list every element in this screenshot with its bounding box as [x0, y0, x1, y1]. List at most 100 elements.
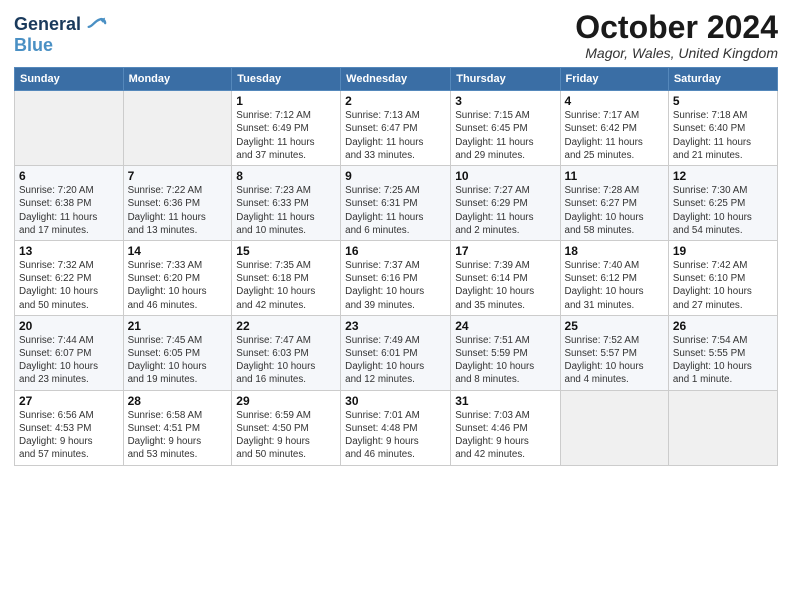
- day-info: Sunrise: 7:37 AMSunset: 6:16 PMDaylight:…: [345, 259, 446, 312]
- logo-blue: Blue: [14, 35, 53, 55]
- day-number: 21: [128, 319, 228, 333]
- table-row: [560, 390, 668, 465]
- day-info: Sunrise: 7:44 AMSunset: 6:07 PMDaylight:…: [19, 334, 119, 387]
- day-number: 6: [19, 169, 119, 183]
- table-row: 20Sunrise: 7:44 AMSunset: 6:07 PMDayligh…: [15, 315, 124, 390]
- col-tuesday: Tuesday: [232, 68, 341, 91]
- page-title: October 2024: [575, 10, 778, 45]
- day-number: 26: [673, 319, 773, 333]
- table-row: 12Sunrise: 7:30 AMSunset: 6:25 PMDayligh…: [668, 166, 777, 241]
- day-number: 18: [565, 244, 664, 258]
- day-info: Sunrise: 7:51 AMSunset: 5:59 PMDaylight:…: [455, 334, 555, 387]
- day-info: Sunrise: 7:49 AMSunset: 6:01 PMDaylight:…: [345, 334, 446, 387]
- logo-general: General: [14, 15, 81, 35]
- day-info: Sunrise: 6:56 AMSunset: 4:53 PMDaylight:…: [19, 409, 119, 462]
- table-row: 14Sunrise: 7:33 AMSunset: 6:20 PMDayligh…: [123, 240, 232, 315]
- col-friday: Friday: [560, 68, 668, 91]
- table-row: 7Sunrise: 7:22 AMSunset: 6:36 PMDaylight…: [123, 166, 232, 241]
- table-row: 13Sunrise: 7:32 AMSunset: 6:22 PMDayligh…: [15, 240, 124, 315]
- day-number: 5: [673, 94, 773, 108]
- day-info: Sunrise: 7:15 AMSunset: 6:45 PMDaylight:…: [455, 109, 555, 162]
- page-subtitle: Magor, Wales, United Kingdom: [575, 45, 778, 61]
- day-number: 4: [565, 94, 664, 108]
- calendar-table: Sunday Monday Tuesday Wednesday Thursday…: [14, 67, 778, 465]
- table-row: 19Sunrise: 7:42 AMSunset: 6:10 PMDayligh…: [668, 240, 777, 315]
- day-number: 22: [236, 319, 336, 333]
- table-row: 25Sunrise: 7:52 AMSunset: 5:57 PMDayligh…: [560, 315, 668, 390]
- day-number: 1: [236, 94, 336, 108]
- col-sunday: Sunday: [15, 68, 124, 91]
- table-row: [668, 390, 777, 465]
- day-number: 20: [19, 319, 119, 333]
- day-number: 31: [455, 394, 555, 408]
- table-row: 28Sunrise: 6:58 AMSunset: 4:51 PMDayligh…: [123, 390, 232, 465]
- day-number: 9: [345, 169, 446, 183]
- day-number: 10: [455, 169, 555, 183]
- day-number: 16: [345, 244, 446, 258]
- table-row: 11Sunrise: 7:28 AMSunset: 6:27 PMDayligh…: [560, 166, 668, 241]
- day-info: Sunrise: 7:30 AMSunset: 6:25 PMDaylight:…: [673, 184, 773, 237]
- table-row: 5Sunrise: 7:18 AMSunset: 6:40 PMDaylight…: [668, 91, 777, 166]
- table-row: 18Sunrise: 7:40 AMSunset: 6:12 PMDayligh…: [560, 240, 668, 315]
- day-number: 24: [455, 319, 555, 333]
- col-wednesday: Wednesday: [341, 68, 451, 91]
- table-row: 30Sunrise: 7:01 AMSunset: 4:48 PMDayligh…: [341, 390, 451, 465]
- logo-icon: [85, 14, 107, 36]
- table-row: [15, 91, 124, 166]
- table-row: 17Sunrise: 7:39 AMSunset: 6:14 PMDayligh…: [451, 240, 560, 315]
- table-row: 2Sunrise: 7:13 AMSunset: 6:47 PMDaylight…: [341, 91, 451, 166]
- day-info: Sunrise: 7:17 AMSunset: 6:42 PMDaylight:…: [565, 109, 664, 162]
- day-info: Sunrise: 7:13 AMSunset: 6:47 PMDaylight:…: [345, 109, 446, 162]
- day-info: Sunrise: 7:52 AMSunset: 5:57 PMDaylight:…: [565, 334, 664, 387]
- day-info: Sunrise: 7:33 AMSunset: 6:20 PMDaylight:…: [128, 259, 228, 312]
- col-monday: Monday: [123, 68, 232, 91]
- table-row: 8Sunrise: 7:23 AMSunset: 6:33 PMDaylight…: [232, 166, 341, 241]
- day-info: Sunrise: 7:28 AMSunset: 6:27 PMDaylight:…: [565, 184, 664, 237]
- day-info: Sunrise: 7:03 AMSunset: 4:46 PMDaylight:…: [455, 409, 555, 462]
- day-info: Sunrise: 7:23 AMSunset: 6:33 PMDaylight:…: [236, 184, 336, 237]
- table-row: 29Sunrise: 6:59 AMSunset: 4:50 PMDayligh…: [232, 390, 341, 465]
- day-number: 2: [345, 94, 446, 108]
- day-number: 12: [673, 169, 773, 183]
- col-thursday: Thursday: [451, 68, 560, 91]
- table-row: 26Sunrise: 7:54 AMSunset: 5:55 PMDayligh…: [668, 315, 777, 390]
- day-number: 8: [236, 169, 336, 183]
- col-saturday: Saturday: [668, 68, 777, 91]
- table-row: 15Sunrise: 7:35 AMSunset: 6:18 PMDayligh…: [232, 240, 341, 315]
- title-block: October 2024 Magor, Wales, United Kingdo…: [575, 10, 778, 61]
- day-number: 27: [19, 394, 119, 408]
- table-row: 21Sunrise: 7:45 AMSunset: 6:05 PMDayligh…: [123, 315, 232, 390]
- day-number: 15: [236, 244, 336, 258]
- day-number: 13: [19, 244, 119, 258]
- table-row: 1Sunrise: 7:12 AMSunset: 6:49 PMDaylight…: [232, 91, 341, 166]
- table-row: 22Sunrise: 7:47 AMSunset: 6:03 PMDayligh…: [232, 315, 341, 390]
- day-info: Sunrise: 7:20 AMSunset: 6:38 PMDaylight:…: [19, 184, 119, 237]
- day-info: Sunrise: 7:18 AMSunset: 6:40 PMDaylight:…: [673, 109, 773, 162]
- day-info: Sunrise: 7:45 AMSunset: 6:05 PMDaylight:…: [128, 334, 228, 387]
- day-number: 14: [128, 244, 228, 258]
- table-row: 23Sunrise: 7:49 AMSunset: 6:01 PMDayligh…: [341, 315, 451, 390]
- table-row: 31Sunrise: 7:03 AMSunset: 4:46 PMDayligh…: [451, 390, 560, 465]
- day-info: Sunrise: 7:35 AMSunset: 6:18 PMDaylight:…: [236, 259, 336, 312]
- table-row: 16Sunrise: 7:37 AMSunset: 6:16 PMDayligh…: [341, 240, 451, 315]
- day-info: Sunrise: 7:27 AMSunset: 6:29 PMDaylight:…: [455, 184, 555, 237]
- table-row: 27Sunrise: 6:56 AMSunset: 4:53 PMDayligh…: [15, 390, 124, 465]
- day-number: 29: [236, 394, 336, 408]
- day-number: 30: [345, 394, 446, 408]
- day-number: 23: [345, 319, 446, 333]
- day-number: 17: [455, 244, 555, 258]
- day-number: 7: [128, 169, 228, 183]
- day-info: Sunrise: 7:54 AMSunset: 5:55 PMDaylight:…: [673, 334, 773, 387]
- day-info: Sunrise: 6:58 AMSunset: 4:51 PMDaylight:…: [128, 409, 228, 462]
- table-row: 9Sunrise: 7:25 AMSunset: 6:31 PMDaylight…: [341, 166, 451, 241]
- day-info: Sunrise: 7:39 AMSunset: 6:14 PMDaylight:…: [455, 259, 555, 312]
- day-info: Sunrise: 7:25 AMSunset: 6:31 PMDaylight:…: [345, 184, 446, 237]
- day-number: 19: [673, 244, 773, 258]
- day-info: Sunrise: 6:59 AMSunset: 4:50 PMDaylight:…: [236, 409, 336, 462]
- table-row: 10Sunrise: 7:27 AMSunset: 6:29 PMDayligh…: [451, 166, 560, 241]
- table-row: 24Sunrise: 7:51 AMSunset: 5:59 PMDayligh…: [451, 315, 560, 390]
- day-info: Sunrise: 7:47 AMSunset: 6:03 PMDaylight:…: [236, 334, 336, 387]
- day-info: Sunrise: 7:40 AMSunset: 6:12 PMDaylight:…: [565, 259, 664, 312]
- logo: General Blue: [14, 14, 107, 56]
- table-row: 3Sunrise: 7:15 AMSunset: 6:45 PMDaylight…: [451, 91, 560, 166]
